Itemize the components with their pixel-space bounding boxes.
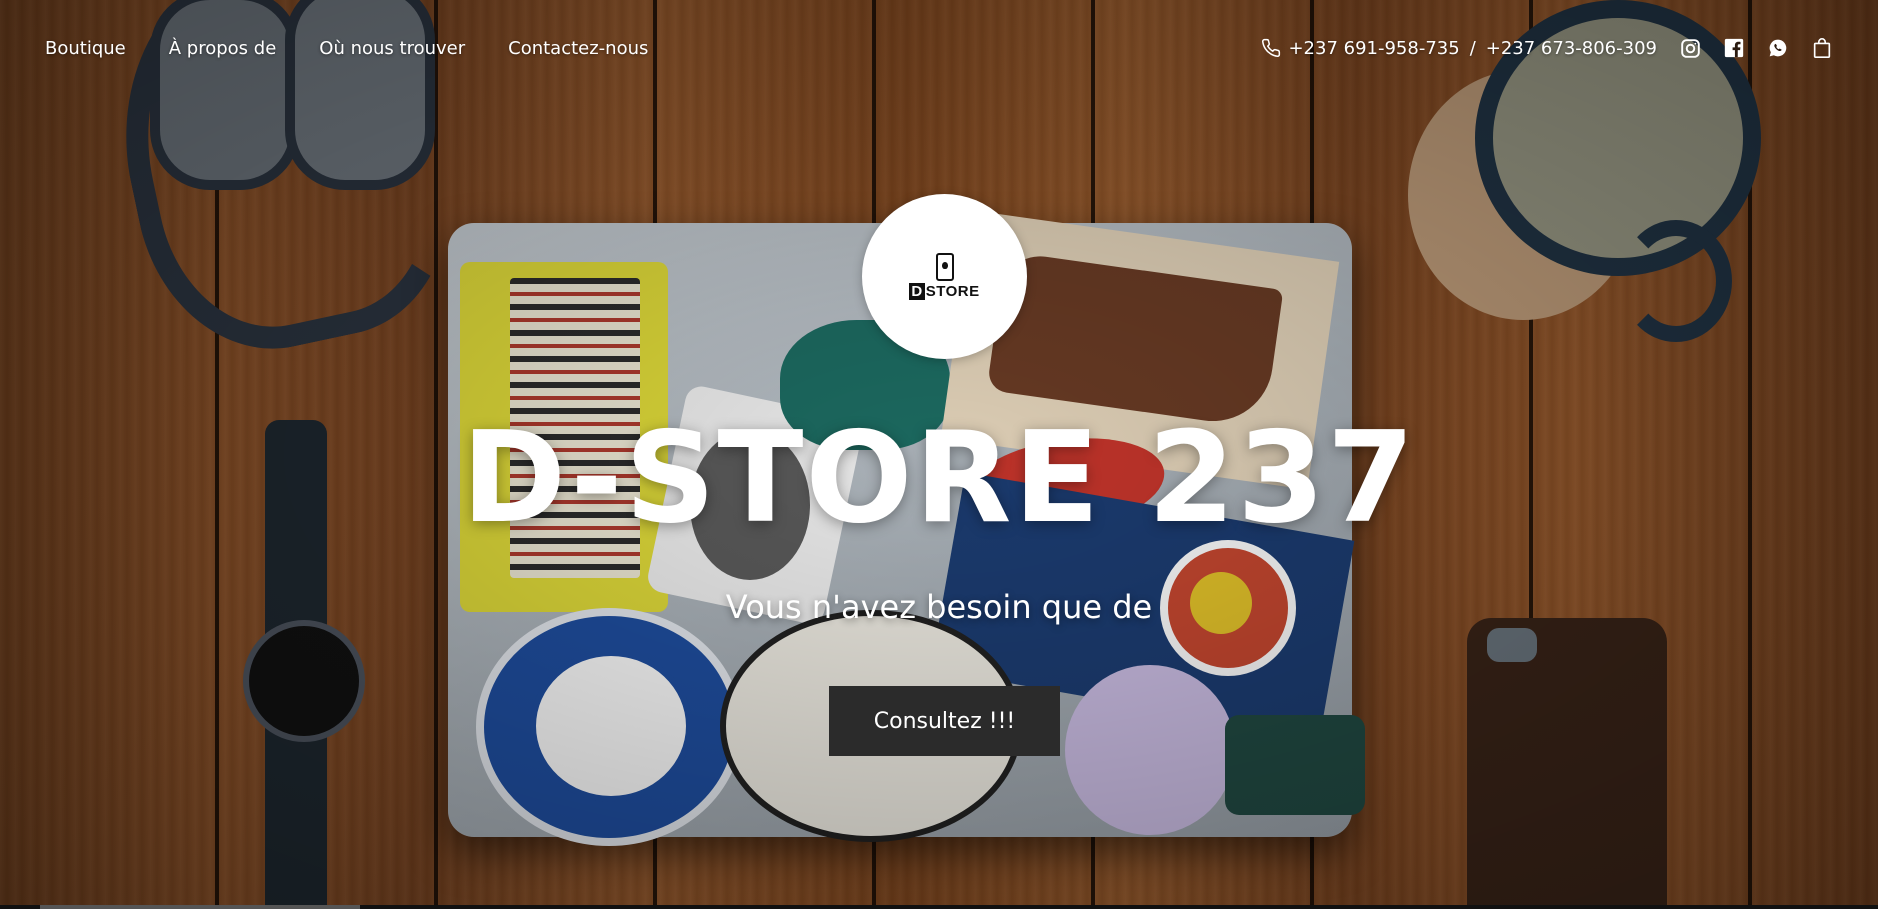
whatsapp-icon[interactable] — [1767, 37, 1789, 59]
logo-wordmark: D STORE — [909, 283, 979, 300]
header-actions: +237 691-958-735 / +237 673-806-309 — [1260, 37, 1833, 59]
logo-wordmark-suffix: STORE — [925, 283, 980, 300]
phone-separator: / — [1469, 37, 1476, 59]
nav-link-a-propos[interactable]: À propos de — [169, 38, 277, 59]
nav-link-boutique[interactable]: Boutique — [45, 38, 126, 59]
horizontal-scrollbar[interactable] — [0, 905, 1878, 909]
instagram-icon[interactable] — [1679, 37, 1701, 59]
nav-link-ou-nous-trouver[interactable]: Où nous trouver — [319, 38, 465, 59]
top-navigation: Boutique À propos de Où nous trouver Con… — [0, 0, 1878, 96]
smartphone-logo-icon — [935, 253, 954, 281]
nav-link-contact[interactable]: Contactez-nous — [508, 38, 648, 59]
hero-title: D-STORE 237 — [461, 404, 1417, 551]
logo-wordmark-prefix: D — [909, 283, 925, 300]
shopping-bag-icon[interactable] — [1811, 37, 1833, 59]
hero-subtitle: Vous n'avez besoin que de — [725, 588, 1153, 626]
phone-number-primary[interactable]: +237 691-958-735 — [1288, 38, 1459, 59]
page: Boutique À propos de Où nous trouver Con… — [0, 0, 1878, 909]
phone-numbers[interactable]: +237 691-958-735 / +237 673-806-309 — [1260, 37, 1657, 59]
scrollbar-thumb[interactable] — [40, 905, 360, 909]
phone-number-secondary[interactable]: +237 673-806-309 — [1486, 38, 1657, 59]
main-menu: Boutique À propos de Où nous trouver Con… — [45, 38, 648, 59]
consultez-button[interactable]: Consultez !!! — [829, 686, 1060, 756]
phone-icon — [1260, 37, 1282, 59]
facebook-icon[interactable] — [1723, 37, 1745, 59]
store-logo[interactable]: D STORE — [862, 194, 1027, 359]
